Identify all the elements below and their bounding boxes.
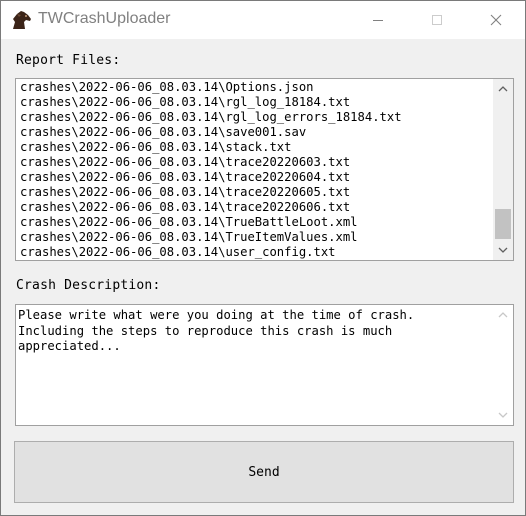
report-files-scrollbar[interactable] <box>493 79 513 260</box>
close-icon <box>490 14 502 26</box>
chevron-up-icon <box>498 86 508 92</box>
crash-description-input[interactable]: Please write what were you doing at the … <box>15 304 514 426</box>
list-item[interactable]: crashes\2022-06-06_08.03.14\trace2022060… <box>20 155 488 170</box>
chevron-down-icon <box>498 247 508 253</box>
list-item[interactable]: crashes\2022-06-06_08.03.14\TrueItemValu… <box>20 230 488 245</box>
scroll-down-button[interactable] <box>493 240 513 260</box>
send-button-label: Send <box>248 464 280 480</box>
scroll-down-button[interactable] <box>493 405 513 425</box>
report-files-label: Report Files: <box>16 53 121 68</box>
list-item[interactable]: crashes\2022-06-06_08.03.14\rgl_log_erro… <box>20 110 488 125</box>
list-item[interactable]: crashes\2022-06-06_08.03.14\user_config.… <box>20 245 488 260</box>
send-button[interactable]: Send <box>14 441 514 503</box>
scroll-up-button[interactable] <box>493 305 513 325</box>
crash-description-text[interactable]: Please write what were you doing at the … <box>18 308 488 355</box>
list-item[interactable]: crashes\2022-06-06_08.03.14\stack.txt <box>20 140 488 155</box>
chevron-up-icon <box>498 312 508 318</box>
report-files-list[interactable]: crashes\2022-06-06_08.03.14\Options.json… <box>15 78 514 261</box>
list-item[interactable]: crashes\2022-06-06_08.03.14\TrueBattleLo… <box>20 215 488 230</box>
list-item[interactable]: crashes\2022-06-06_08.03.14\save001.sav <box>20 125 488 140</box>
list-item[interactable]: crashes\2022-06-06_08.03.14\Options.json <box>20 80 488 95</box>
scroll-up-button[interactable] <box>493 79 513 99</box>
window-title: TWCrashUploader <box>38 10 171 27</box>
list-item[interactable]: crashes\2022-06-06_08.03.14\rgl_log_1818… <box>20 95 488 110</box>
maximize-icon <box>432 15 442 25</box>
crash-uploader-window: TWCrashUploader Report Files: crashes\20… <box>0 0 526 516</box>
crash-description-label: Crash Description: <box>16 278 161 293</box>
list-item[interactable]: crashes\2022-06-06_08.03.14\trace2022060… <box>20 200 488 215</box>
minimize-button[interactable] <box>355 1 401 39</box>
maximize-button[interactable] <box>414 1 460 39</box>
horse-head-icon <box>10 10 32 30</box>
list-item[interactable]: crashes\2022-06-06_08.03.14\trace2022060… <box>20 185 488 200</box>
title-bar[interactable]: TWCrashUploader <box>1 1 525 39</box>
description-scrollbar[interactable] <box>493 305 513 425</box>
chevron-down-icon <box>498 412 508 418</box>
list-item[interactable]: crashes\2022-06-06_08.03.14\trace2022060… <box>20 170 488 185</box>
close-button[interactable] <box>473 1 519 39</box>
minimize-icon <box>373 20 383 21</box>
scroll-thumb[interactable] <box>495 209 511 239</box>
